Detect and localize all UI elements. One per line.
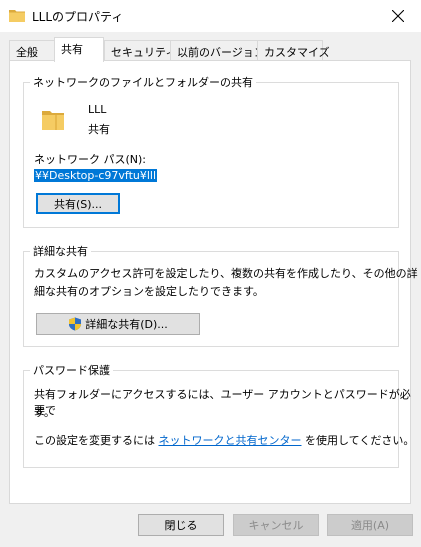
password-description: 共有フォルダーにアクセスするには、ユーザー アカウントとパスワードが必要で	[34, 388, 411, 417]
network-path-label: ネットワーク パス(N):	[34, 153, 147, 166]
tab-customize[interactable]: カスタマイズ	[257, 40, 330, 61]
tab-sharing[interactable]: 共有	[54, 37, 104, 62]
folder-icon	[42, 111, 64, 130]
network-path-value[interactable]: ¥¥Desktop-c97vftu¥lll	[34, 169, 158, 182]
uac-shield-icon	[69, 317, 82, 331]
tab-label: 全般	[16, 46, 38, 59]
advanced-share-button-label: 詳細な共有(D)...	[85, 318, 168, 331]
change-setting-suffix: を使用してください。	[305, 434, 415, 447]
password-protection-group-title: パスワード保護	[33, 364, 110, 377]
change-setting-line: この設定を変更するには ネットワークと共有センター を使用してください。	[34, 432, 414, 448]
tab-security[interactable]: セキュリティ	[104, 40, 176, 61]
share-button[interactable]: 共有(S)...	[36, 193, 120, 214]
window-title: LLLのプロパティ	[32, 10, 124, 24]
tab-label: 共有	[61, 43, 83, 56]
folder-icon	[9, 10, 25, 22]
network-share-group-title: ネットワークのファイルとフォルダーの共有	[33, 76, 253, 89]
network-sharing-center-link[interactable]: ネットワークと共有センター	[159, 434, 302, 447]
close-dialog-button[interactable]: 閉じる	[138, 514, 224, 536]
advanced-share-description-cont: 細な共有のオプションを設定したりできます。	[34, 285, 264, 298]
cancel-button[interactable]: キャンセル	[233, 514, 319, 536]
close-button[interactable]	[375, 0, 421, 32]
advanced-share-group-title: 詳細な共有	[33, 245, 88, 258]
change-setting-prefix: この設定を変更するには	[34, 434, 155, 447]
tab-label: 以前のバージョン	[177, 46, 265, 59]
close-icon	[392, 10, 404, 22]
title-bar: LLLのプロパティ	[0, 0, 421, 32]
share-status: 共有	[88, 123, 110, 136]
tab-previous-versions[interactable]: 以前のバージョン	[170, 40, 265, 61]
advanced-share-button[interactable]: 詳細な共有(D)...	[36, 313, 200, 335]
tab-label: カスタマイズ	[264, 46, 330, 59]
tab-label: セキュリティ	[111, 46, 177, 59]
apply-button[interactable]: 適用(A)	[327, 514, 413, 536]
advanced-share-description: カスタムのアクセス許可を設定したり、複数の共有を作成したり、その他の詳	[34, 267, 418, 280]
tab-general[interactable]: 全般	[9, 40, 55, 61]
password-description-cont: す。	[34, 406, 55, 419]
folder-name: LLL	[88, 103, 107, 116]
